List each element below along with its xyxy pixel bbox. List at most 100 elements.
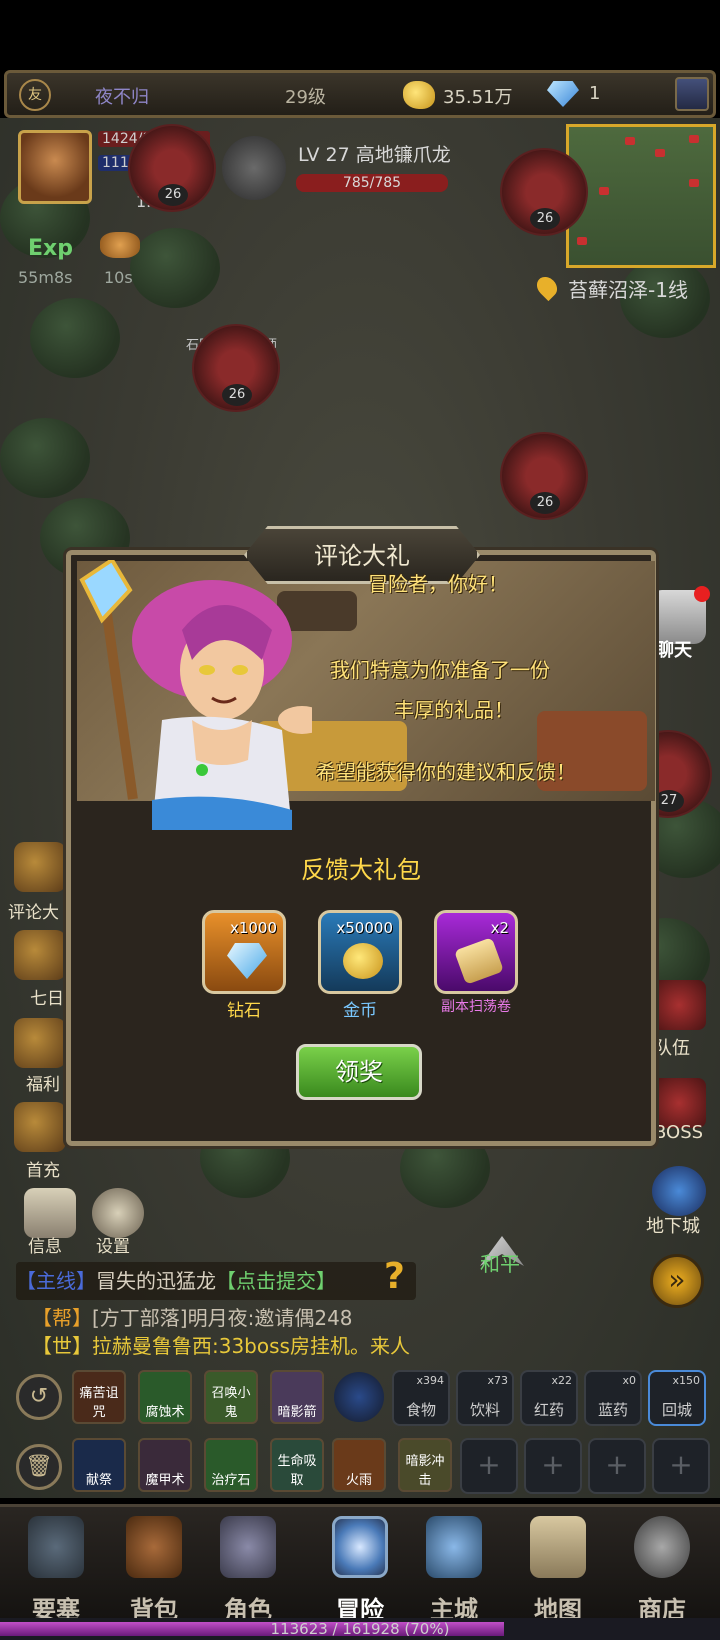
skill-slot[interactable]: 召唤小鬼 (204, 1370, 258, 1424)
left-menu-label: 评论大 (8, 903, 59, 923)
nav-character[interactable]: 角色 (206, 1512, 290, 1624)
reward-name: 钻石 (227, 1001, 261, 1021)
review-gift-icon[interactable] (14, 842, 66, 892)
enemy-level: 26 (222, 384, 252, 406)
dragon-target-icon[interactable] (222, 136, 286, 200)
nav-backpack[interactable]: 背包 (112, 1512, 196, 1624)
minimap[interactable] (566, 124, 716, 268)
item-slot[interactable]: x73 饮料 (456, 1370, 514, 1426)
skill-slot[interactable]: 献祭 (72, 1438, 126, 1492)
map-location-name: 苔藓沼泽-1线 (568, 278, 688, 302)
reward-sweep-scroll[interactable]: x2 (434, 910, 518, 994)
portal-icon (332, 1516, 388, 1578)
diamond-icon[interactable] (547, 81, 579, 107)
enemy-unit[interactable]: 26 (192, 324, 280, 412)
auto-battle-arrow-button[interactable]: » (650, 1254, 704, 1308)
skill-label: 暗影冲击 (405, 1454, 445, 1488)
top-status-bar: 友 夜不归 29级 35.51万 1 (4, 70, 716, 118)
skill-slot[interactable]: 火雨 (332, 1438, 386, 1492)
left-menu-label: 信息 (28, 1237, 62, 1257)
player-name: 夜不归 (95, 87, 149, 108)
chat-message[interactable]: 【世】拉赫曼鲁鲁西:33boss房挂机。来人 (32, 1330, 410, 1359)
nav-adventure[interactable]: 冒险 (318, 1512, 402, 1624)
main-quest-tracker[interactable]: 【主线】冒失的迅猛龙【点击提交】 (16, 1262, 416, 1300)
claim-reward-button[interactable]: 领奖 (296, 1044, 422, 1100)
skill-slot[interactable]: 暗影冲击 (398, 1438, 452, 1492)
enemy-unit[interactable]: 26 (500, 432, 588, 520)
welfare-gift-icon[interactable] (14, 1018, 66, 1068)
enemy-level: 26 (530, 208, 560, 230)
skill-label: 魔甲术 (145, 1473, 185, 1488)
diamond-amount: 1 (589, 83, 601, 104)
player-avatar[interactable] (18, 130, 92, 204)
info-list-icon[interactable] (24, 1188, 76, 1238)
food-buff-icon[interactable] (100, 232, 140, 258)
chat-label: 聊天 (656, 640, 692, 661)
dialog-message-line2: 丰厚的礼品！ (394, 698, 514, 722)
empty-slot-plus-icon[interactable]: + (588, 1438, 646, 1494)
empty-slot-plus-icon[interactable]: + (524, 1438, 582, 1494)
guild-logo-icon[interactable]: 友 (19, 79, 51, 111)
help-question-icon[interactable]: ? (384, 1256, 424, 1300)
item-slot[interactable]: x22 红药 (520, 1370, 578, 1426)
skill-slot[interactable]: 暗影箭 (270, 1370, 324, 1424)
item-slot[interactable]: x0 蓝药 (584, 1370, 642, 1426)
quest-title: 冒失的迅猛龙 (96, 1269, 216, 1293)
trash-icon[interactable]: 🗑 (16, 1444, 62, 1490)
tree (0, 418, 90, 498)
nav-map[interactable]: 地图 (516, 1512, 600, 1624)
reward-gold[interactable]: x50000 (318, 910, 402, 994)
skill-label: 痛苦诅咒 (79, 1386, 119, 1420)
first-recharge-icon[interactable] (14, 1102, 66, 1152)
dialog-message-line3: 希望能获得你的建议和反馈！ (316, 760, 576, 784)
dialog-message-line1: 我们特意为你准备了一份 (330, 658, 550, 682)
swap-skillbar-icon[interactable]: ↺ (16, 1374, 62, 1420)
skill-label: 暗影箭 (277, 1405, 317, 1420)
gold-coin-icon[interactable] (403, 81, 435, 109)
empty-slot-plus-icon[interactable]: + (652, 1438, 710, 1494)
chat-channel: 【帮】 (32, 1306, 92, 1330)
helmet-icon (220, 1516, 276, 1578)
nav-fortress[interactable]: 要塞 (14, 1512, 98, 1624)
left-menu-label: 设置 (96, 1237, 130, 1257)
gift-pack-title: 反馈大礼包 (301, 856, 421, 884)
quest-tag: 【主线】 (16, 1269, 96, 1293)
chat-text: [方丁部落]明月夜:邀请偶248 (92, 1306, 353, 1330)
left-menu-label: 七日 (30, 989, 64, 1009)
skill-slot[interactable]: 生命吸取 (270, 1438, 324, 1492)
skill-slot[interactable]: 痛苦诅咒 (72, 1370, 126, 1424)
diamond-icon (227, 943, 267, 979)
enemy-unit[interactable]: 26 (500, 148, 588, 236)
reward-diamond[interactable]: x1000 (202, 910, 286, 994)
item-count: x22 (551, 1374, 572, 1387)
skill-label: 腐蚀术 (145, 1405, 185, 1420)
team-icon[interactable] (652, 980, 706, 1030)
item-slot[interactable]: x150 回城 (648, 1370, 706, 1426)
left-menu-label: 福利 (26, 1075, 60, 1095)
chat-message[interactable]: 【帮】[方丁部落]明月夜:邀请偶248 (32, 1302, 353, 1331)
dungeon-portal-icon[interactable] (652, 1166, 706, 1216)
nav-shop[interactable]: 商店 (620, 1512, 704, 1624)
skill-slot[interactable]: 治疗石 (204, 1438, 258, 1492)
gold-coin-icon (343, 943, 383, 979)
boss-icon[interactable] (652, 1078, 706, 1128)
skill-label: 治疗石 (211, 1473, 251, 1488)
skill-label: 火雨 (345, 1473, 372, 1488)
exp-boost-label[interactable]: Exp (28, 236, 73, 261)
gear-icon[interactable] (92, 1188, 144, 1238)
empty-slot-plus-icon[interactable]: + (460, 1438, 518, 1494)
menu-icon[interactable] (675, 77, 709, 111)
skill-slot[interactable]: 腐蚀术 (138, 1370, 192, 1424)
food-buff-timer: 10s (104, 268, 133, 287)
game-screen: 友 夜不归 29级 35.51万 1 1424/1535 1114/1578 1… (0, 0, 720, 1640)
pk-mode-toggle[interactable]: 和平 (480, 1248, 520, 1277)
auto-skill-toggle-icon[interactable] (334, 1372, 384, 1422)
nav-main-city[interactable]: 主城 (412, 1512, 496, 1624)
skill-slot[interactable]: 魔甲术 (138, 1438, 192, 1492)
left-menu-label: 首充 (26, 1161, 60, 1181)
item-slot[interactable]: x394 食物 (392, 1370, 450, 1426)
enemy-unit[interactable]: 26 (128, 124, 216, 212)
quest-action[interactable]: 【点击提交】 (216, 1269, 336, 1293)
seven-day-icon[interactable] (14, 930, 66, 980)
scroll-icon (454, 937, 504, 985)
